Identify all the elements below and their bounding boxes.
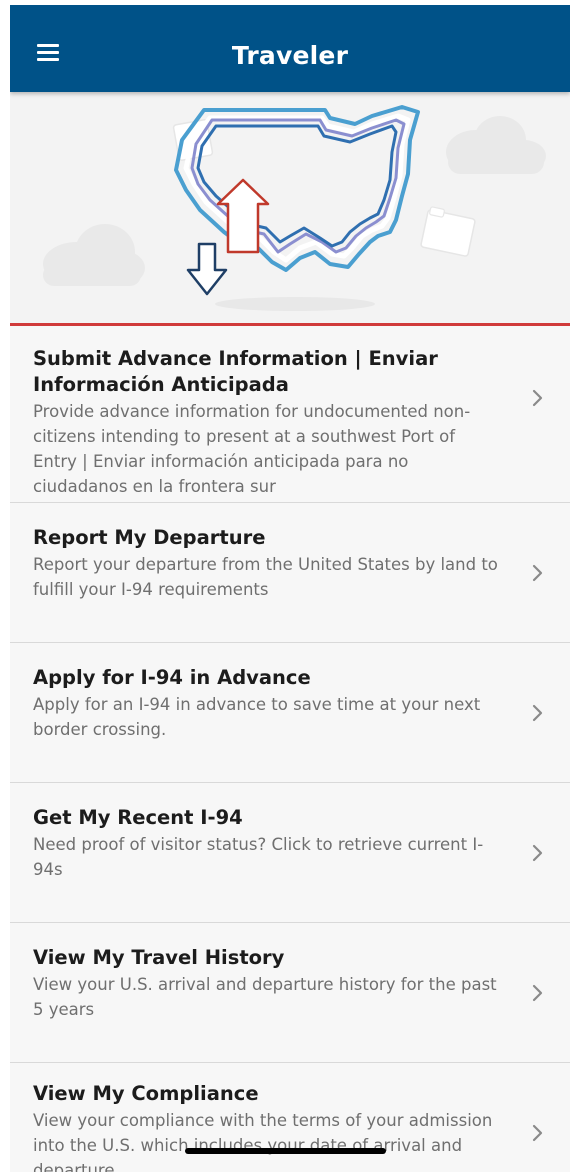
list-item-description: Provide advance information for undocume…: [33, 402, 471, 496]
list-item-view-my-compliance[interactable]: View My Compliance View your compliance …: [10, 1063, 570, 1172]
list-item-title: Apply for I-94 in Advance: [33, 666, 311, 689]
document-icon: [420, 206, 476, 257]
list-item-submit-advance-information[interactable]: Submit Advance Information | Enviar Info…: [10, 326, 570, 503]
list-item-description: View your U.S. arrival and departure his…: [33, 975, 497, 1019]
us-map-arrows-illustration: [43, 105, 546, 311]
list-item-text: Apply for I-94 in Advance Apply for an I…: [33, 665, 503, 742]
list-item-title: View My Compliance: [33, 1082, 259, 1105]
chevron-right-icon: [532, 704, 543, 722]
list-item-view-my-travel-history[interactable]: View My Travel History View your U.S. ar…: [10, 923, 570, 1063]
list-item-title: Get My Recent I-94: [33, 806, 243, 829]
list-item-apply-i94-in-advance[interactable]: Apply for I-94 in Advance Apply for an I…: [10, 643, 570, 783]
list-item-description: View your compliance with the terms of y…: [33, 1111, 493, 1172]
home-indicator[interactable]: [185, 1148, 386, 1154]
chevron-right-icon: [532, 844, 543, 862]
list-item-report-my-departure[interactable]: Report My Departure Report your departur…: [10, 503, 570, 643]
traveler-menu-list: Submit Advance Information | Enviar Info…: [10, 326, 570, 1172]
app-header: Traveler: [10, 5, 570, 92]
list-item-get-my-recent-i94[interactable]: Get My Recent I-94 Need proof of visitor…: [10, 783, 570, 923]
list-item-description: Apply for an I-94 in advance to save tim…: [33, 695, 481, 739]
download-arrow-icon: [186, 242, 228, 296]
list-item-text: View My Compliance View your compliance …: [33, 1081, 503, 1172]
hero-illustration: [10, 92, 570, 323]
chevron-right-icon: [532, 389, 543, 407]
list-item-title: View My Travel History: [33, 946, 285, 969]
list-item-title: Submit Advance Information | Enviar Info…: [33, 347, 438, 396]
list-item-text: Get My Recent I-94 Need proof of visitor…: [33, 805, 503, 882]
chevron-right-icon: [532, 1124, 543, 1142]
cloud-icon: [43, 224, 145, 286]
list-item-description: Need proof of visitor status? Click to r…: [33, 835, 484, 879]
chevron-right-icon: [532, 984, 543, 1002]
app-screen: Traveler Submit Advance Information | En…: [10, 5, 570, 1172]
list-item-text: View My Travel History View your U.S. ar…: [33, 945, 503, 1022]
page-title: Traveler: [231, 41, 349, 70]
list-item-text: Submit Advance Information | Enviar Info…: [33, 346, 503, 499]
list-item-title: Report My Departure: [33, 526, 266, 549]
cloud-icon: [446, 116, 546, 174]
chevron-right-icon: [532, 564, 543, 582]
list-item-description: Report your departure from the United St…: [33, 555, 498, 599]
list-item-text: Report My Departure Report your departur…: [33, 525, 503, 602]
